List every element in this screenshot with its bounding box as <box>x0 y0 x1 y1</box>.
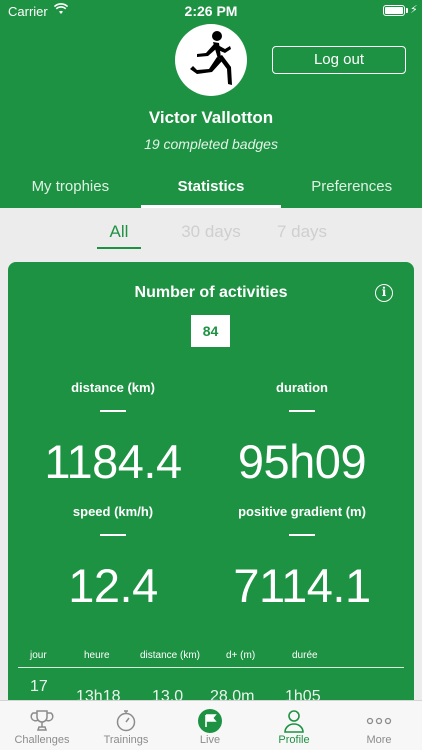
bottom-tab-bar: Challenges Trainings Live Profile More <box>0 700 422 750</box>
duration-label: duration <box>276 380 328 395</box>
flag-icon <box>197 709 223 733</box>
col-heure: heure <box>84 650 110 661</box>
duration-value: 95h09 <box>237 435 367 488</box>
filter-active-underline <box>97 247 141 249</box>
charging-icon: ⚡ <box>410 4 418 16</box>
avatar <box>175 24 247 96</box>
tabbar-label: Live <box>199 734 221 746</box>
stats-card: Number of activities i 84 distance (km) … <box>8 262 414 712</box>
period-filters: All 30 days 7 days <box>0 208 422 258</box>
user-name: Victor Vallotton <box>148 108 274 127</box>
runner-icon <box>190 31 232 85</box>
gradient-divider <box>289 534 315 536</box>
tabbar-live[interactable]: Live <box>168 701 252 750</box>
duration-divider <box>289 410 315 412</box>
distance-label: distance (km) <box>71 380 155 395</box>
profile-header: Carrier 2:26 PM ⚡ Log out Victor Vallott… <box>0 0 422 208</box>
more-dots-icon <box>366 709 392 733</box>
gradient-label: positive gradient (m) <box>238 504 366 519</box>
activities-title: Number of activities <box>134 284 288 301</box>
tabbar-label: Challenges <box>14 734 70 746</box>
distance-value: 1184.4 <box>44 435 182 488</box>
col-duree: durée <box>292 650 318 661</box>
tab-statistics[interactable]: Statistics <box>140 172 282 208</box>
tabbar-profile[interactable]: Profile <box>252 701 336 750</box>
badges-count: 19 completed badges <box>144 136 278 152</box>
tabbar-label: More <box>366 734 392 746</box>
distance-divider <box>100 410 126 412</box>
tabbar-more[interactable]: More <box>337 701 421 750</box>
tab-my-trophies[interactable]: My trophies <box>0 172 141 208</box>
tabbar-label: Profile <box>278 734 310 746</box>
status-bar: Carrier 2:26 PM ⚡ <box>0 0 422 22</box>
speed-value: 12.4 <box>68 559 158 612</box>
logout-button[interactable]: Log out <box>272 46 406 74</box>
status-time: 2:26 PM <box>184 3 238 19</box>
gradient-value: 7114.1 <box>233 559 371 612</box>
battery-cap <box>406 8 408 13</box>
filter-all[interactable]: All <box>97 222 141 242</box>
user-icon <box>281 709 307 733</box>
trophy-icon <box>29 709 55 733</box>
filter-7-days[interactable]: 7 days <box>264 222 340 242</box>
col-jour: jour <box>30 650 47 661</box>
activities-table-header: jour heure distance (km) d+ (m) durée <box>18 646 404 668</box>
col-distance: distance (km) <box>140 650 201 661</box>
activities-count: 84 <box>191 315 230 347</box>
tabbar-challenges[interactable]: Challenges <box>0 701 84 750</box>
speed-divider <box>100 534 126 536</box>
speed-label: speed (km/h) <box>72 504 154 519</box>
stopwatch-icon <box>113 709 139 733</box>
tab-preferences[interactable]: Preferences <box>281 172 422 208</box>
tabbar-label: Trainings <box>103 734 149 746</box>
filter-30-days[interactable]: 30 days <box>170 222 252 242</box>
profile-tabs: My trophies Statistics Preferences <box>0 172 422 208</box>
cell-jour: 17 <box>30 678 48 695</box>
tabbar-trainings[interactable]: Trainings <box>84 701 168 750</box>
col-gradient: d+ (m) <box>226 650 256 661</box>
battery-icon <box>383 5 405 16</box>
info-icon[interactable]: i <box>375 284 393 302</box>
